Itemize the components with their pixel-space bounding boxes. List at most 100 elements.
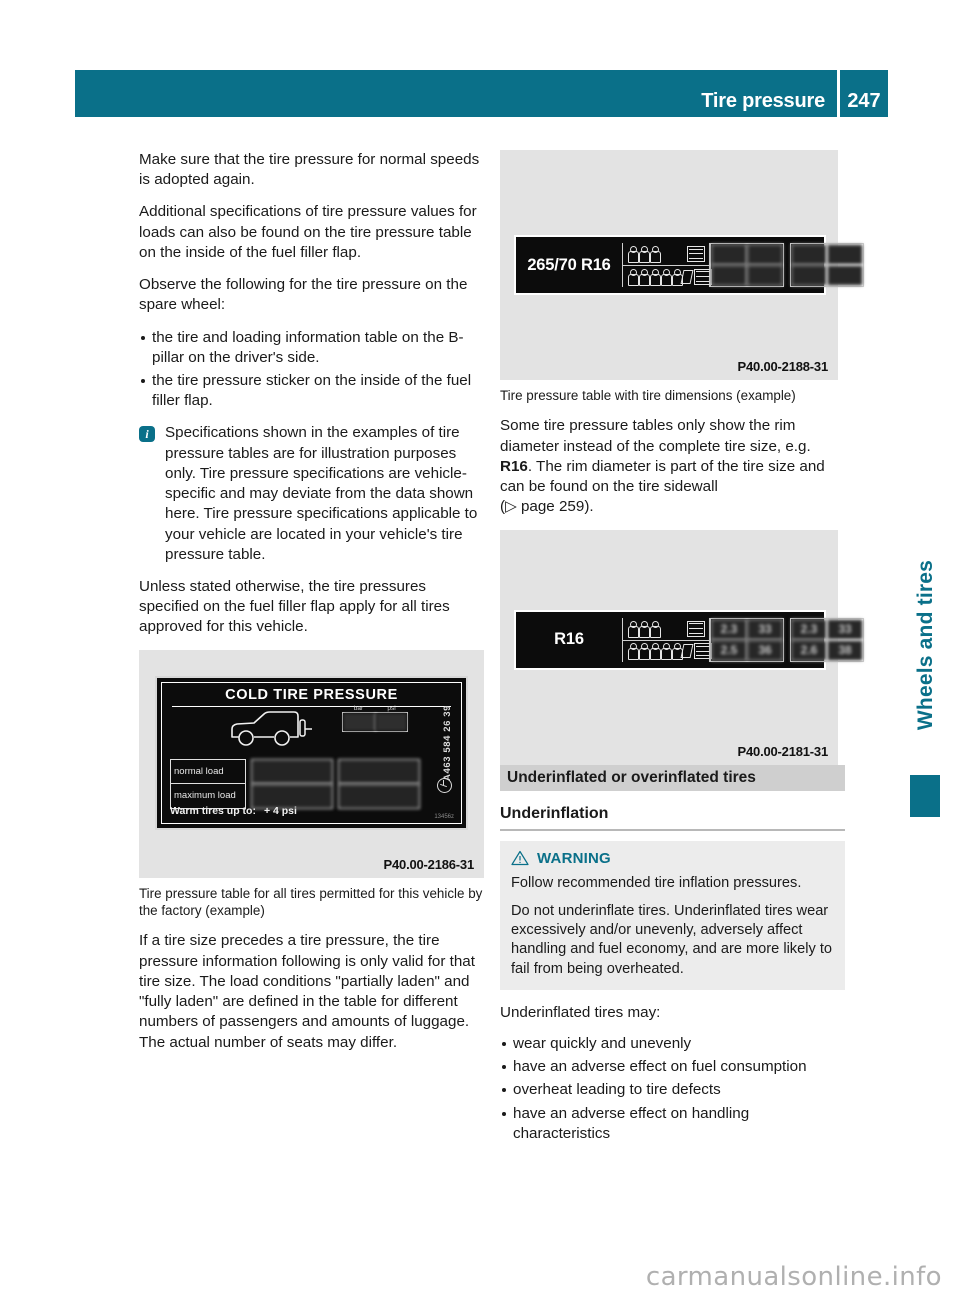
sub-heading: Underinflation bbox=[500, 805, 845, 831]
warning-paragraph-1: Follow recommended tire inflation pressu… bbox=[511, 874, 802, 891]
warning-label: WARNING bbox=[537, 849, 611, 867]
cell-value bbox=[251, 758, 333, 784]
cell-value: 33 bbox=[747, 618, 783, 640]
page-ref-arrow-icon: ▷ bbox=[505, 498, 517, 516]
figure-code: P40.00-2188-31 bbox=[737, 359, 829, 374]
cell-value: 2.3 bbox=[791, 618, 827, 640]
cell-value bbox=[338, 783, 420, 809]
bar-psi-block: bar psi bbox=[342, 705, 408, 732]
cell-value: 36 bbox=[747, 639, 783, 661]
info-icon: i bbox=[139, 426, 155, 443]
cell-value bbox=[711, 244, 747, 265]
page-ref-text: page 259). bbox=[516, 498, 594, 516]
list-intro: Underinflated tires may: bbox=[500, 1003, 661, 1021]
section-tab-marker bbox=[910, 775, 940, 817]
figure-code: P40.00-2181-31 bbox=[737, 743, 829, 759]
figure-cold-tire-pressure-sticker: COLD TIRE PRESSURE bar psi normal load m… bbox=[139, 649, 484, 878]
pressure-values bbox=[710, 243, 864, 287]
paragraph-5: If a tire size precedes a tire pressure,… bbox=[139, 932, 475, 1051]
tire-size-label: R16 bbox=[554, 630, 584, 649]
table-row bbox=[623, 265, 712, 287]
value-group-front bbox=[710, 243, 784, 287]
unit-value-bar bbox=[343, 712, 376, 731]
cell-value bbox=[791, 265, 827, 286]
unit-value-psi bbox=[375, 712, 407, 731]
figure-code: P40.00-2186-31 bbox=[383, 856, 475, 872]
figure-caption: Tire pressure table with tire dimensions… bbox=[500, 388, 796, 403]
cell-value bbox=[827, 244, 863, 265]
tire-table-2: R16 2.3 2.5 33 36 2.3 2.6 33 38 bbox=[514, 609, 864, 670]
warm-tires-note: Warm tires up to: + 4 psi bbox=[170, 805, 297, 817]
cell-value bbox=[791, 244, 827, 265]
spare-wheel-bullet-list: the tire and loading information table o… bbox=[139, 328, 484, 412]
unit-label-psi: psi bbox=[387, 704, 396, 712]
luggage-stack-icon bbox=[687, 620, 709, 637]
occupants-5-icon bbox=[623, 268, 683, 286]
warning-paragraph-2: Do not underinflate tires. Underinflated… bbox=[511, 902, 832, 977]
tire-table-1: 265/70 R16 bbox=[514, 235, 864, 295]
header-title-bar: Tire pressure bbox=[75, 70, 837, 117]
table-row bbox=[623, 639, 712, 662]
paragraph-2: Additional specifications of tire pressu… bbox=[139, 203, 477, 261]
cell-value bbox=[338, 758, 420, 784]
list-item: the tire pressure sticker on the inside … bbox=[139, 371, 484, 411]
value-group-rear bbox=[790, 243, 864, 287]
paragraph-part-1: Some tire pressure tables only show the … bbox=[500, 417, 811, 455]
cell-value: 2.3 bbox=[711, 618, 747, 640]
paragraph-part-2: . The rim diameter is part of the tire s… bbox=[500, 457, 825, 496]
occupants-3-icon bbox=[623, 246, 661, 263]
info-note: i Specifications shown in the examples o… bbox=[139, 423, 484, 565]
list-item: overheat leading to tire defects bbox=[500, 1080, 845, 1100]
manual-page: Tire pressure 247 Make sure that the tir… bbox=[0, 0, 960, 1302]
page-number-box: 247 bbox=[840, 70, 888, 117]
list-item: the tire and loading information table o… bbox=[139, 328, 484, 368]
list-item: have an adverse effect on fuel consumpti… bbox=[500, 1057, 845, 1077]
paragraph-3: Observe the following for the tire press… bbox=[139, 276, 468, 314]
site-watermark: carmanualsonline.info bbox=[645, 1262, 942, 1292]
sticker-load-table: normal load maximum load bbox=[170, 758, 420, 809]
right-column: 265/70 R16 P40.00-2188-31 Tire pressure … bbox=[500, 150, 864, 1156]
cell-value bbox=[711, 265, 747, 286]
pressure-values: 2.3 2.5 33 36 2.3 2.6 33 38 bbox=[710, 617, 864, 662]
underinflated-effects-list: wear quickly and unevenly have an advers… bbox=[500, 1034, 845, 1144]
rim-size-bold: R16 bbox=[500, 457, 528, 475]
list-item: wear quickly and unevenly bbox=[500, 1034, 845, 1054]
section-tab: Wheels and tires bbox=[914, 560, 938, 735]
page-header: Tire pressure 247 bbox=[75, 70, 888, 117]
cell-value bbox=[827, 265, 863, 286]
left-column: Make sure that the tire pressure for nor… bbox=[139, 150, 484, 1065]
mercedes-star-icon bbox=[437, 777, 452, 793]
sticker-body: COLD TIRE PRESSURE bar psi normal load m… bbox=[155, 675, 468, 830]
page-title: Tire pressure bbox=[701, 90, 825, 112]
cell-value: 2.5 bbox=[711, 639, 747, 661]
section-tab-label: Wheels and tires bbox=[914, 560, 937, 731]
luggage-stack-icon bbox=[687, 246, 709, 262]
sticker-part-number: A463 584 26 39 bbox=[442, 704, 453, 781]
paragraph-1: Make sure that the tire pressure for nor… bbox=[139, 151, 480, 189]
sticker-title: COLD TIRE PRESSURE bbox=[225, 686, 398, 703]
warm-tires-label: Warm tires up to: bbox=[170, 804, 256, 817]
occupants-5-icon bbox=[623, 643, 683, 661]
row-label-normal-load: normal load bbox=[170, 758, 246, 784]
cell-value: 2.6 bbox=[791, 639, 827, 661]
paragraph-4: Unless stated otherwise, the tire pressu… bbox=[139, 577, 450, 636]
page-number: 247 bbox=[847, 90, 881, 112]
figure-tire-pressure-table-rim-only: R16 2.3 2.5 33 36 2.3 2.6 33 38 P40.00-2… bbox=[500, 529, 864, 765]
occupant-luggage-column bbox=[622, 617, 712, 662]
cell-value bbox=[747, 265, 783, 286]
table-row bbox=[623, 243, 709, 265]
unit-label-bar: bar bbox=[353, 704, 364, 712]
cell-value: 38 bbox=[827, 639, 863, 661]
cell-value: 33 bbox=[827, 618, 863, 640]
table-row bbox=[623, 618, 709, 640]
value-group-front: 2.3 2.5 33 36 bbox=[710, 617, 784, 662]
rim-diameter-paragraph: Some tire pressure tables only show the … bbox=[500, 416, 845, 517]
info-note-text: Specifications shown in the examples of … bbox=[165, 424, 478, 563]
figure-tire-pressure-table-with-dimensions: 265/70 R16 P40.00-2188-31 bbox=[500, 150, 864, 380]
sticker-small-code: 13456z bbox=[434, 813, 454, 820]
cell-value bbox=[747, 244, 783, 265]
occupants-3-icon bbox=[623, 620, 661, 638]
warning-box: WARNING Follow recommended tire inflatio… bbox=[500, 840, 845, 990]
list-item: have an adverse effect on handling chara… bbox=[500, 1104, 845, 1144]
vehicle-outline-icon bbox=[231, 710, 312, 746]
